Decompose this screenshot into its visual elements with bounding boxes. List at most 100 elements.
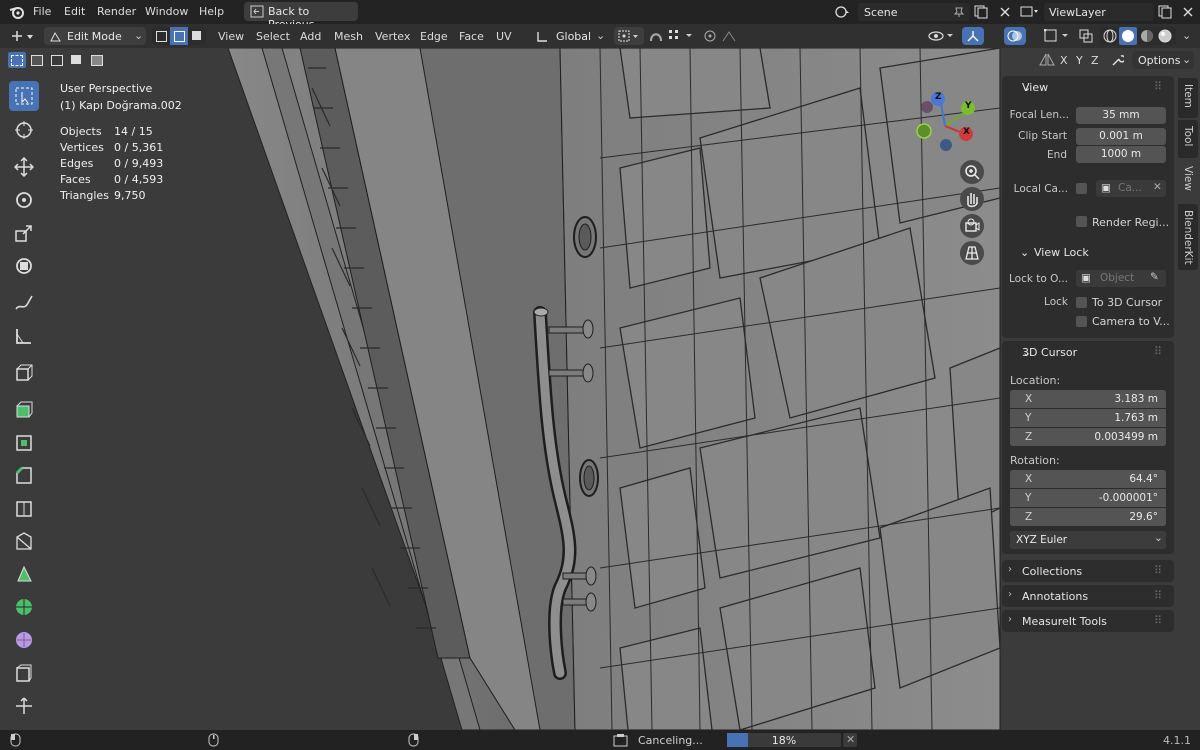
- transform-orientation-selector[interactable]: Global ⌄: [532, 27, 608, 45]
- menu-file[interactable]: File: [33, 5, 51, 18]
- overlays-toggle[interactable]: [1004, 27, 1026, 45]
- cursor-rotation-x-field[interactable]: X 64.4°: [1010, 470, 1166, 488]
- new-view-layer-icon[interactable]: [1158, 5, 1172, 19]
- shading-dropdown-chevron-icon[interactable]: ⌄: [1182, 29, 1191, 42]
- tab-blenderkit[interactable]: BlenderKit: [1178, 204, 1198, 270]
- bevel-tool[interactable]: [9, 460, 39, 490]
- scene-icon[interactable]: [834, 5, 852, 19]
- wrench-icon[interactable]: [1110, 53, 1124, 67]
- zoom-button[interactable]: [960, 160, 984, 184]
- extrude-tool[interactable]: [9, 394, 39, 424]
- select-extend-icon[interactable]: [28, 52, 46, 68]
- camera-to-view-checkbox[interactable]: [1076, 316, 1087, 327]
- select-new-icon[interactable]: [8, 52, 26, 68]
- rotate-tool[interactable]: [9, 185, 39, 215]
- drag-handle-icon[interactable]: ⠿: [1154, 80, 1162, 93]
- delete-view-layer-icon[interactable]: [1181, 5, 1195, 19]
- cursor-rotation-y-field[interactable]: Y -0.000001°: [1010, 489, 1166, 507]
- annotations-panel-header[interactable]: › Annotations ⠿: [1002, 585, 1174, 607]
- render-region-checkbox[interactable]: [1076, 216, 1087, 227]
- clip-start-field[interactable]: 0.001 m: [1076, 128, 1166, 145]
- navigation-gizmo[interactable]: Z Y X: [908, 88, 986, 166]
- proportional-edit-icon[interactable]: [703, 29, 717, 43]
- cursor-rotation-z-field[interactable]: Z 29.6°: [1010, 508, 1166, 526]
- back-to-previous-button[interactable]: Back to Previous: [244, 2, 358, 31]
- select-intersect-icon[interactable]: [88, 52, 106, 68]
- knife-tool[interactable]: [9, 526, 39, 556]
- view-panel-header[interactable]: ⌄ View ⠿: [1002, 76, 1174, 98]
- menu-add[interactable]: Add: [300, 30, 321, 43]
- menu-edge[interactable]: Edge: [420, 30, 448, 43]
- visibility-icon[interactable]: [928, 29, 956, 43]
- menu-mesh[interactable]: Mesh: [334, 30, 363, 43]
- close-icon[interactable]: ✕: [1153, 181, 1162, 193]
- face-select-icon[interactable]: [188, 27, 206, 45]
- select-invert-icon[interactable]: [68, 52, 86, 68]
- rotation-mode-dropdown[interactable]: XYZ Euler ⌄: [1010, 531, 1166, 549]
- vertex-select-icon[interactable]: [152, 27, 170, 45]
- menu-face[interactable]: Face: [459, 30, 484, 43]
- select-subtract-icon[interactable]: [48, 52, 66, 68]
- material-shading-icon[interactable]: [1140, 29, 1154, 43]
- menu-uv[interactable]: UV: [496, 30, 512, 43]
- menu-select[interactable]: Select: [256, 30, 290, 43]
- new-scene-icon[interactable]: [974, 5, 988, 19]
- options-dropdown[interactable]: Options ⌄: [1132, 51, 1194, 69]
- cursor-location-z-field[interactable]: Z 0.003499 m: [1010, 428, 1166, 446]
- menu-vertex[interactable]: Vertex: [375, 30, 410, 43]
- scale-tool[interactable]: [9, 218, 39, 248]
- edge-select-icon[interactable]: [170, 27, 188, 45]
- menu-render[interactable]: Render: [97, 5, 136, 18]
- pan-button[interactable]: [960, 187, 984, 211]
- transform-tool[interactable]: [9, 251, 39, 281]
- spin-tool[interactable]: [9, 592, 39, 622]
- snap-icon[interactable]: [648, 29, 664, 43]
- local-camera-checkbox[interactable]: [1076, 183, 1087, 194]
- drag-handle-icon[interactable]: ⠿: [1154, 589, 1162, 602]
- tab-view[interactable]: View: [1178, 160, 1198, 202]
- projection-toggle-button[interactable]: [960, 241, 984, 265]
- rendered-shading-icon[interactable]: [1158, 29, 1172, 43]
- collections-panel-header[interactable]: › Collections ⠿: [1002, 560, 1174, 582]
- measureit-tools-panel-header[interactable]: › MeasureIt Tools ⠿: [1002, 610, 1174, 632]
- annotate-tool[interactable]: [9, 288, 39, 318]
- shrink-fatten-tool[interactable]: [9, 691, 39, 721]
- local-camera-field[interactable]: ▣ Ca... ✕: [1096, 180, 1166, 197]
- mode-selector[interactable]: Edit Mode ⌄: [44, 27, 146, 45]
- lock-to-object-field[interactable]: ▣ Object ✎: [1076, 270, 1166, 287]
- gizmo-toggle[interactable]: [962, 27, 984, 45]
- mirror-y-toggle[interactable]: Y: [1076, 54, 1083, 67]
- cursor-tool[interactable]: [9, 115, 39, 145]
- lock-to-cursor-checkbox[interactable]: [1076, 297, 1087, 308]
- view-lock-subpanel-header[interactable]: ⌄ View Lock: [1002, 241, 1174, 263]
- menu-view[interactable]: View: [218, 30, 244, 43]
- drag-handle-icon[interactable]: ⠿: [1154, 564, 1162, 577]
- menu-window[interactable]: Window: [145, 5, 188, 18]
- pin-icon[interactable]: [953, 6, 965, 18]
- scene-selector[interactable]: Scene: [858, 3, 970, 21]
- tab-tool[interactable]: Tool: [1178, 120, 1198, 158]
- view-layer-selector[interactable]: ViewLayer: [1044, 3, 1154, 21]
- snap-target-icon[interactable]: [668, 29, 696, 43]
- mirror-z-toggle[interactable]: Z: [1091, 54, 1099, 67]
- inset-tool[interactable]: [9, 427, 39, 457]
- xray-icon[interactable]: [1079, 29, 1093, 43]
- move-tool[interactable]: [9, 152, 39, 182]
- loop-cut-tool[interactable]: [9, 493, 39, 523]
- cursor-location-x-field[interactable]: X 3.183 m: [1010, 390, 1166, 408]
- 3d-cursor-panel-header[interactable]: ⌄ 3D Cursor ⠿: [1002, 341, 1174, 363]
- falloff-icon[interactable]: [722, 29, 736, 43]
- add-cube-tool[interactable]: [9, 358, 39, 388]
- wireframe-shading-icon[interactable]: [1103, 29, 1117, 43]
- editor-type-icon[interactable]: [10, 28, 36, 44]
- drag-handle-icon[interactable]: ⠿: [1154, 614, 1162, 627]
- focal-length-field[interactable]: 35 mm: [1076, 107, 1166, 124]
- blender-logo-icon[interactable]: [9, 4, 25, 20]
- edge-slide-tool[interactable]: [9, 658, 39, 688]
- camera-view-button[interactable]: [960, 214, 984, 238]
- measure-tool[interactable]: [9, 321, 39, 351]
- menu-edit[interactable]: Edit: [64, 5, 85, 18]
- drag-handle-icon[interactable]: ⠿: [1154, 345, 1162, 358]
- cursor-location-y-field[interactable]: Y 1.763 m: [1010, 409, 1166, 427]
- eyedropper-icon[interactable]: ✎: [1150, 271, 1159, 283]
